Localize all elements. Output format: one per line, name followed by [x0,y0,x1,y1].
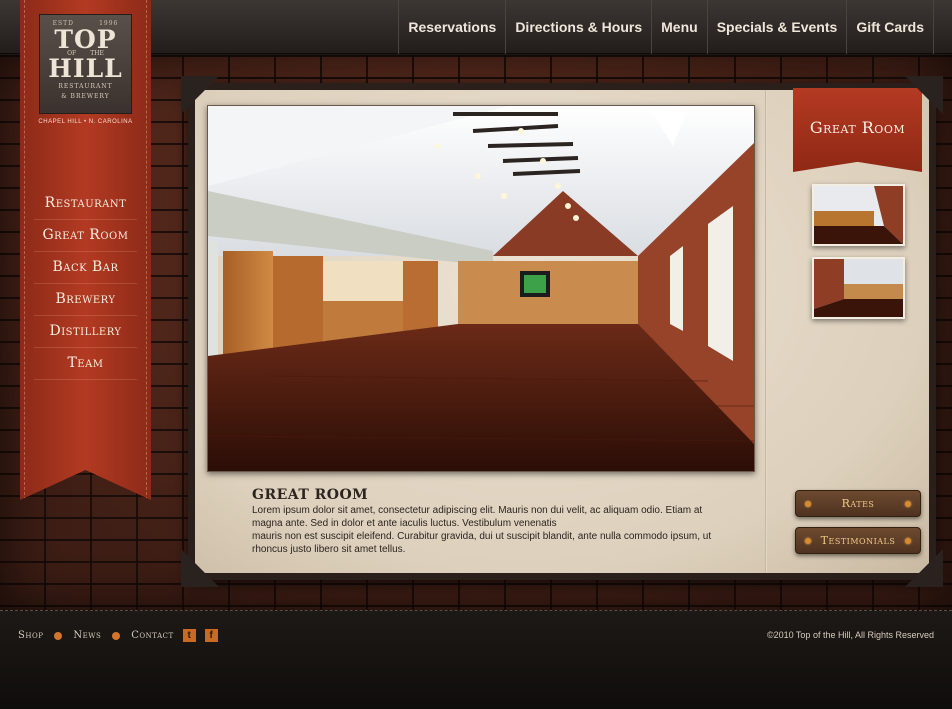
nav-gift-cards[interactable]: Gift Cards [846,0,934,54]
logo-hill-text: HILL [48,54,123,83]
logo-brewery: & BREWERY [61,93,110,100]
sidebar-item-distillery[interactable]: Distillery [34,316,137,348]
great-room-banner: Great Room [793,88,922,172]
sidebar-item-great-room[interactable]: Great Room [34,220,137,252]
footer-separator-dot [112,631,121,640]
sidebar-item-brewery[interactable]: Brewery [34,284,137,316]
copyright-text: ©2010 Top of the Hill, All Rights Reserv… [766,630,934,640]
logo-restaurant: RESTAURANT [58,83,113,90]
twitter-icon[interactable]: t [182,629,196,642]
panel-divider [765,90,767,573]
testimonials-button[interactable]: Testimonials [795,527,921,554]
footer-link-shop[interactable]: Shop [18,630,43,641]
room-description: Lorem ipsum dolor sit amet, consectetur … [252,504,712,556]
nav-directions-hours[interactable]: Directions & Hours [505,0,651,54]
footer-separator-dot [54,631,63,640]
great-room-banner-label: Great Room [809,118,906,137]
location-text: CHAPEL HILL • N. CAROLINA [38,119,133,125]
footer-link-contact[interactable]: Contact [131,630,173,641]
footer-link-news[interactable]: News [73,630,101,641]
room-title: GREAT ROOM [252,487,369,503]
thumbnail-2[interactable] [812,257,905,319]
great-room-photo [207,105,755,472]
room-description-line-1: Lorem ipsum dolor sit amet, consectetur … [252,505,703,529]
content-paper: GREAT ROOM Lorem ipsum dolor sit amet, c… [195,88,929,573]
main-nav: Reservations Directions & Hours Menu Spe… [398,0,934,54]
rates-button[interactable]: Rates [795,490,921,517]
room-description-line-2: mauris non est suscipit eleifend. Curabi… [252,531,712,555]
nav-specials-events[interactable]: Specials & Events [706,0,847,54]
logo-top-text: TOP [54,25,117,54]
nav-reservations[interactable]: Reservations [398,0,505,54]
logo[interactable]: ESTD 1996 TOP OF THE HILL RESTAURANT & B… [39,14,132,114]
footer: Shop News Contact t f ©2010 Top of the H… [0,610,952,709]
sidebar-ribbon: ESTD 1996 TOP OF THE HILL RESTAURANT & B… [20,0,151,500]
great-room-photo-image [208,106,754,471]
content-frame: GREAT ROOM Lorem ipsum dolor sit amet, c… [181,76,943,587]
nav-menu[interactable]: Menu [651,0,707,54]
sidebar-nav: Restaurant Great Room Back Bar Brewery D… [34,188,137,380]
sidebar-item-team[interactable]: Team [34,348,137,380]
sidebar-item-restaurant[interactable]: Restaurant [34,188,137,220]
footer-links: Shop News Contact t f [18,629,218,642]
sidebar-item-back-bar[interactable]: Back Bar [34,252,137,284]
thumbnail-1[interactable] [812,184,905,246]
facebook-icon[interactable]: f [204,629,218,642]
